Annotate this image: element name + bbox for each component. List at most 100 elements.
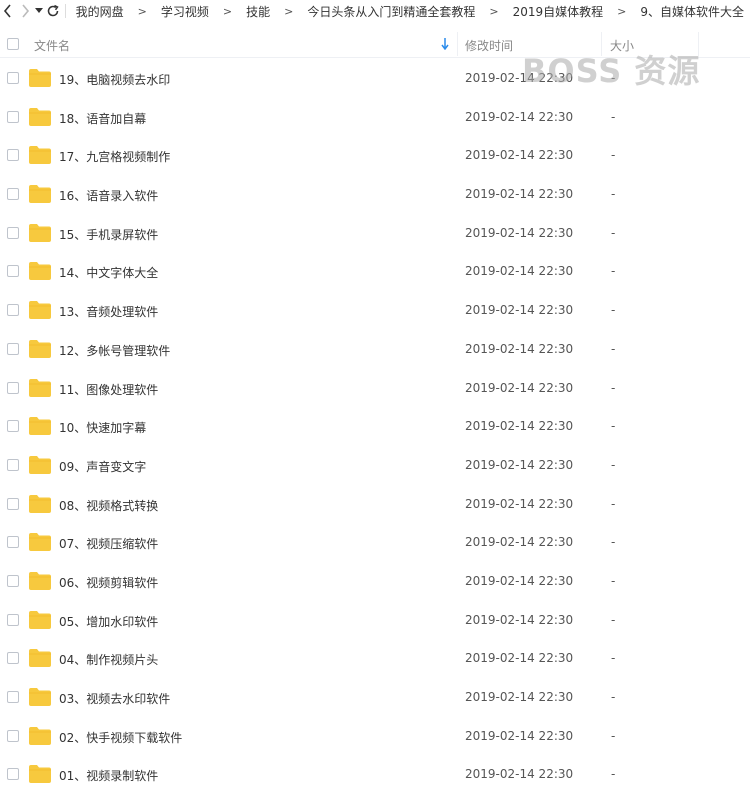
folder-icon: [29, 726, 51, 745]
sort-down-arrow-icon[interactable]: [441, 38, 449, 50]
file-name[interactable]: 11、图像处理软件: [59, 381, 158, 398]
file-name[interactable]: 17、九宫格视频制作: [59, 148, 170, 165]
row-checkbox[interactable]: [7, 304, 19, 317]
file-name[interactable]: 18、语音加自幕: [59, 110, 146, 127]
file-modified-date: 2019-02-14 22:30: [465, 148, 574, 163]
file-size: -: [611, 148, 616, 163]
row-checkbox[interactable]: [7, 458, 19, 471]
file-name[interactable]: 03、视频去水印软件: [59, 690, 170, 707]
row-checkbox[interactable]: [7, 72, 19, 84]
file-name[interactable]: 02、快手视频下载软件: [59, 729, 182, 746]
file-name[interactable]: 09、声音变文字: [59, 458, 146, 475]
folder-icon: [29, 688, 51, 706]
folder-icon: [29, 610, 51, 629]
file-row[interactable]: 06、视频剪辑软件 2019-02-14 22:30 -: [0, 562, 750, 601]
file-row[interactable]: 17、九宫格视频制作 2019-02-14 22:30 -: [0, 136, 750, 175]
history-dropdown-button[interactable]: [33, 0, 44, 22]
file-row[interactable]: 15、手机录屏软件 2019-02-14 22:30 -: [0, 214, 750, 253]
forward-button[interactable]: [17, 0, 34, 22]
column-header-size[interactable]: 大小: [610, 37, 634, 54]
file-row[interactable]: 01、视频录制软件 2019-02-14 22:30 -: [0, 755, 750, 786]
select-all-checkbox[interactable]: [7, 38, 19, 50]
file-row[interactable]: 09、声音变文字 2019-02-14 22:30 -: [0, 446, 750, 485]
file-row[interactable]: 12、多帐号管理软件 2019-02-14 22:30 -: [0, 330, 750, 369]
row-checkbox[interactable]: [7, 536, 19, 549]
file-name[interactable]: 19、电脑视频去水印: [59, 71, 170, 88]
file-row[interactable]: 03、视频去水印软件 2019-02-14 22:30 -: [0, 678, 750, 717]
back-button[interactable]: [0, 0, 17, 22]
file-row[interactable]: 13、音频处理软件 2019-02-14 22:30 -: [0, 291, 750, 330]
column-divider[interactable]: [698, 32, 699, 56]
caret-down-icon: [34, 8, 43, 13]
file-name[interactable]: 01、视频录制软件: [59, 767, 158, 784]
row-checkbox[interactable]: [7, 574, 19, 587]
breadcrumb-item[interactable]: 我的网盘: [70, 3, 130, 20]
file-modified-date: 2019-02-14 22:30: [465, 380, 574, 395]
row-checkbox[interactable]: [7, 613, 19, 626]
row-checkbox[interactable]: [7, 768, 19, 781]
folder-icon: [29, 533, 51, 552]
file-name[interactable]: 12、多帐号管理软件: [59, 342, 170, 359]
breadcrumb-item[interactable]: 技能: [240, 3, 276, 20]
folder-icon: [29, 417, 51, 436]
breadcrumb-separator: >: [489, 4, 499, 18]
file-name[interactable]: 15、手机录屏软件: [59, 226, 158, 243]
file-name[interactable]: 13、音频处理软件: [59, 303, 158, 320]
row-checkbox[interactable]: [7, 420, 19, 433]
file-row[interactable]: 16、语音录入软件 2019-02-14 22:30 -: [0, 175, 750, 214]
row-checkbox[interactable]: [7, 381, 19, 394]
file-name[interactable]: 14、中文字体大全: [59, 264, 158, 281]
breadcrumb-separator: >: [284, 4, 294, 18]
chevron-right-icon: [22, 4, 29, 18]
row-checkbox[interactable]: [7, 691, 19, 703]
file-name[interactable]: 10、快速加字幕: [59, 419, 146, 436]
file-modified-date: 2019-02-14 22:30: [465, 71, 574, 85]
file-size: -: [611, 264, 616, 279]
file-size: -: [611, 612, 616, 627]
file-row[interactable]: 18、语音加自幕 2019-02-14 22:30 -: [0, 98, 750, 137]
file-row[interactable]: 10、快速加字幕 2019-02-14 22:30 -: [0, 407, 750, 446]
column-header-date[interactable]: 修改时间: [465, 37, 513, 54]
breadcrumb-current[interactable]: 9、自媒体软件大全: [634, 3, 750, 20]
refresh-icon: [47, 4, 59, 17]
file-name[interactable]: 08、视频格式转换: [59, 497, 158, 514]
file-size: -: [611, 767, 616, 782]
file-size: -: [611, 380, 616, 395]
folder-icon: [29, 69, 51, 87]
row-checkbox[interactable]: [7, 188, 19, 201]
file-modified-date: 2019-02-14 22:30: [465, 651, 574, 666]
file-name[interactable]: 05、增加水印软件: [59, 613, 158, 630]
file-name[interactable]: 04、制作视频片头: [59, 651, 158, 668]
row-checkbox[interactable]: [7, 652, 19, 665]
file-name[interactable]: 07、视频压缩软件: [59, 535, 158, 552]
file-name[interactable]: 06、视频剪辑软件: [59, 574, 158, 591]
file-row[interactable]: 08、视频格式转换 2019-02-14 22:30 -: [0, 485, 750, 524]
row-checkbox[interactable]: [7, 729, 19, 742]
file-row[interactable]: 19、电脑视频去水印 2019-02-14 22:30 -: [0, 59, 750, 98]
file-size: -: [611, 690, 616, 704]
file-row[interactable]: 11、图像处理软件 2019-02-14 22:30 -: [0, 369, 750, 408]
row-checkbox[interactable]: [7, 497, 19, 510]
file-row[interactable]: 04、制作视频片头 2019-02-14 22:30 -: [0, 639, 750, 678]
column-divider[interactable]: [601, 32, 602, 56]
row-checkbox[interactable]: [7, 110, 19, 123]
refresh-button[interactable]: [44, 0, 61, 22]
column-header-name[interactable]: 文件名: [34, 37, 70, 54]
file-row[interactable]: 07、视频压缩软件 2019-02-14 22:30 -: [0, 523, 750, 562]
file-name[interactable]: 16、语音录入软件: [59, 187, 158, 204]
breadcrumb-item[interactable]: 2019自媒体教程: [507, 3, 610, 20]
folder-icon: [29, 765, 51, 784]
file-row[interactable]: 14、中文字体大全 2019-02-14 22:30 -: [0, 252, 750, 291]
row-checkbox[interactable]: [7, 226, 19, 239]
file-row[interactable]: 02、快手视频下载软件 2019-02-14 22:30 -: [0, 717, 750, 756]
row-checkbox[interactable]: [7, 149, 19, 162]
column-divider[interactable]: [457, 32, 458, 56]
breadcrumb-item[interactable]: 学习视频: [155, 3, 215, 20]
breadcrumb-item[interactable]: 今日头条从入门到精通全套教程: [301, 3, 481, 20]
file-modified-date: 2019-02-14 22:30: [465, 535, 574, 550]
file-list-header: 文件名 修改时间 大小: [0, 30, 750, 58]
folder-icon: [29, 339, 51, 358]
row-checkbox[interactable]: [7, 342, 19, 355]
file-row[interactable]: 05、增加水印软件 2019-02-14 22:30 -: [0, 601, 750, 640]
row-checkbox[interactable]: [7, 265, 19, 278]
